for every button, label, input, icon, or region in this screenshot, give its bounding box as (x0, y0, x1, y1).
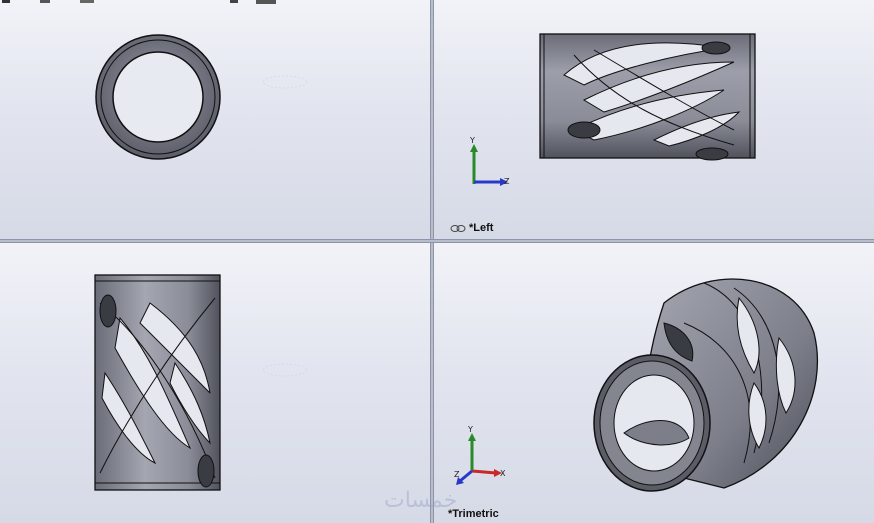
viewport-splitter-vertical[interactable] (430, 0, 434, 523)
viewport-left[interactable]: Y Z *Left (434, 0, 874, 239)
axis-z-label: Z (504, 177, 510, 186)
toolbar-fragment (0, 0, 290, 6)
viewport-trimetric[interactable]: Y X Z *Trimetric (434, 243, 874, 523)
axis-z-label: Z (454, 470, 460, 479)
link-icon (450, 224, 466, 233)
axis-triad-icon: Y Z (469, 136, 510, 186)
ring-part-front[interactable] (0, 0, 430, 239)
axis-y-label: Y (467, 425, 473, 434)
twisted-cylinder-trimetric[interactable]: Y X Z (434, 243, 874, 523)
axis-x-label: X (500, 469, 506, 478)
viewport-top[interactable] (0, 243, 430, 523)
view-label-left: *Left (450, 222, 493, 234)
view-name: *Left (469, 222, 494, 234)
twisted-cylinder-left[interactable]: Y Z (434, 0, 874, 239)
axis-triad-icon: Y X Z (454, 425, 506, 485)
viewport-front[interactable] (0, 0, 430, 239)
viewport-splitter-horizontal[interactable] (0, 239, 874, 243)
axis-y-label: Y (469, 136, 475, 145)
twisted-cylinder-top[interactable] (0, 243, 430, 523)
watermark: خمسات (384, 488, 458, 513)
